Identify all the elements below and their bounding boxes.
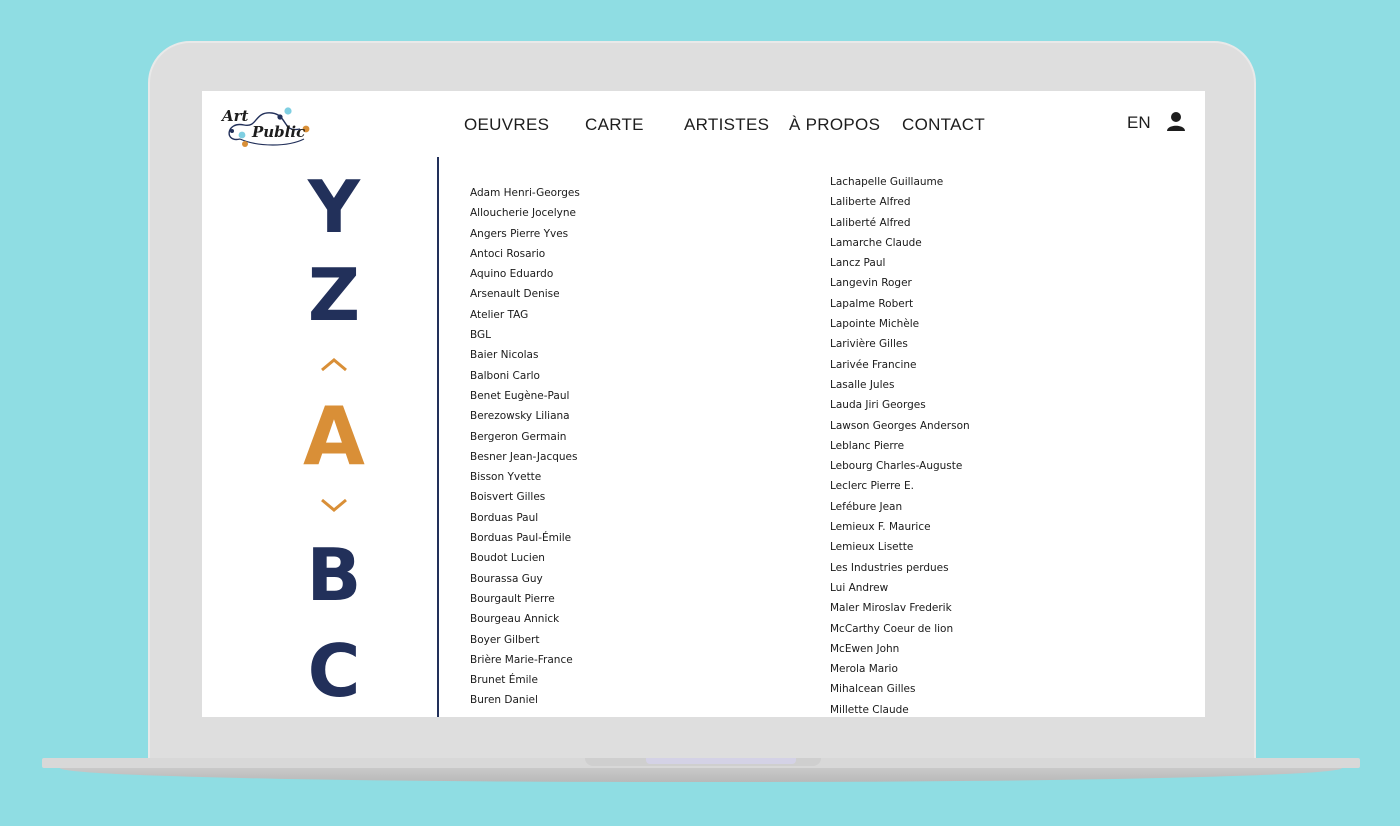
artist-link[interactable]: Brunet Émile: [470, 670, 580, 690]
artist-link[interactable]: Arsenault Denise: [470, 284, 580, 304]
artist-link[interactable]: Borduas Paul: [470, 508, 580, 528]
artist-link[interactable]: Lachapelle Guillaume: [830, 172, 970, 192]
artist-link[interactable]: Larivière Gilles: [830, 334, 970, 354]
artist-link[interactable]: Benet Eugène-Paul: [470, 386, 580, 406]
artist-link[interactable]: Boisvert Gilles: [470, 487, 580, 507]
artist-link[interactable]: Bourassa Guy: [470, 569, 580, 589]
artist-link[interactable]: Millette Claude: [830, 700, 970, 717]
artist-link[interactable]: Lemieux Lisette: [830, 537, 970, 557]
artist-link[interactable]: Brière Marie-France: [470, 650, 580, 670]
artist-link[interactable]: Leclerc Pierre E.: [830, 476, 970, 496]
artist-link[interactable]: Aquino Eduardo: [470, 264, 580, 284]
artist-link[interactable]: Lefébure Jean: [830, 497, 970, 517]
artist-link[interactable]: Buren Daniel: [470, 690, 580, 710]
artist-link[interactable]: Berezowsky Liliana: [470, 406, 580, 426]
artist-link[interactable]: Laliberte Alfred: [830, 192, 970, 212]
artist-link[interactable]: Besner Jean-Jacques: [470, 447, 580, 467]
artist-link[interactable]: Atelier TAG: [470, 305, 580, 325]
artist-link[interactable]: BGL: [470, 325, 580, 345]
artist-link[interactable]: Mihalcean Gilles: [830, 679, 970, 699]
artist-link[interactable]: Boyer Gilbert: [470, 630, 580, 650]
laptop-notch-inner: [646, 758, 796, 764]
artist-link[interactable]: Bergeron Germain: [470, 427, 580, 447]
artist-link[interactable]: Balboni Carlo: [470, 366, 580, 386]
logo-text-public: Public: [251, 123, 305, 141]
artist-link[interactable]: Borduas Paul-Émile: [470, 528, 580, 548]
logo-graphic: Art Public: [220, 107, 310, 147]
artist-link[interactable]: Lui Andrew: [830, 578, 970, 598]
artist-link[interactable]: Bisson Yvette: [470, 467, 580, 487]
chevron-up-icon[interactable]: [319, 357, 349, 373]
chevron-down-icon[interactable]: [319, 497, 349, 513]
artist-link[interactable]: Adam Henri-Georges: [470, 183, 580, 203]
artist-link[interactable]: McCarthy Coeur de lion: [830, 619, 970, 639]
laptop-base-shadow: [60, 768, 1342, 782]
letter-y[interactable]: Y: [290, 169, 378, 245]
artist-link[interactable]: Langevin Roger: [830, 273, 970, 293]
letter-a-active[interactable]: A: [290, 395, 378, 479]
artist-link[interactable]: Les Industries perdues: [830, 558, 970, 578]
column-divider: [437, 157, 439, 717]
artist-link[interactable]: Lauda Jiri Georges: [830, 395, 970, 415]
language-toggle[interactable]: EN: [1127, 113, 1151, 133]
artist-link[interactable]: Alloucherie Jocelyne: [470, 203, 580, 223]
artist-link[interactable]: Lebourg Charles-Auguste: [830, 456, 970, 476]
nav-carte[interactable]: CARTE: [585, 115, 644, 135]
artist-link[interactable]: Lamarche Claude: [830, 233, 970, 253]
user-icon[interactable]: [1166, 111, 1186, 133]
artist-link[interactable]: Angers Pierre Yves: [470, 224, 580, 244]
artist-link[interactable]: Maler Miroslav Frederik: [830, 598, 970, 618]
artist-link[interactable]: Lancz Paul: [830, 253, 970, 273]
artist-link[interactable]: McEwen John: [830, 639, 970, 659]
artist-link[interactable]: Lawson Georges Anderson: [830, 416, 970, 436]
artist-link[interactable]: Bourgeau Annick: [470, 609, 580, 629]
artist-link[interactable]: Lemieux F. Maurice: [830, 517, 970, 537]
artist-link[interactable]: Boudot Lucien: [470, 548, 580, 568]
artist-link[interactable]: Larivée Francine: [830, 355, 970, 375]
nav-artistes[interactable]: ARTISTES: [684, 115, 769, 135]
letter-c[interactable]: C: [290, 633, 378, 709]
website-screen: Art Public OEUVRES CARTE ARTISTES À PROP…: [202, 91, 1205, 717]
art-public-logo[interactable]: Art Public: [218, 103, 313, 151]
artist-link[interactable]: Laliberté Alfred: [830, 213, 970, 233]
artist-list-column-2: Lachapelle Guillaume Laliberte Alfred Lali…: [830, 172, 970, 717]
artist-link[interactable]: Lapalme Robert: [830, 294, 970, 314]
artist-link[interactable]: Leblanc Pierre: [830, 436, 970, 456]
artist-link[interactable]: Baier Nicolas: [470, 345, 580, 365]
logo-text-art: Art: [220, 107, 249, 125]
artist-link[interactable]: Lapointe Michèle: [830, 314, 970, 334]
artist-list-column-1: Adam Henri-Georges Alloucherie Jocelyne An…: [470, 183, 580, 711]
letter-b[interactable]: B: [290, 537, 378, 613]
nav-contact[interactable]: CONTACT: [902, 115, 985, 135]
nav-oeuvres[interactable]: OEUVRES: [464, 115, 549, 135]
artist-link[interactable]: Bourgault Pierre: [470, 589, 580, 609]
nav-a-propos[interactable]: À PROPOS: [789, 115, 880, 135]
artist-link[interactable]: Merola Mario: [830, 659, 970, 679]
artist-link[interactable]: Antoci Rosario: [470, 244, 580, 264]
letter-z[interactable]: Z: [290, 257, 378, 333]
artist-link[interactable]: Lasalle Jules: [830, 375, 970, 395]
